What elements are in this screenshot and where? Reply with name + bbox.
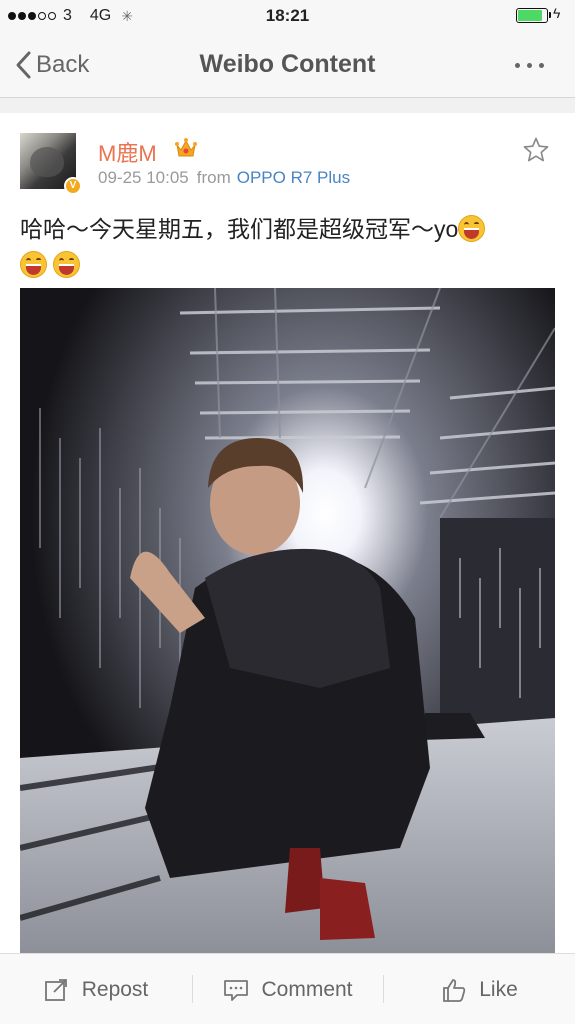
battery-icon bbox=[516, 8, 548, 23]
post-body: 哈哈～今天星期五，我们都是超级冠军～yo bbox=[20, 216, 459, 242]
laughing-emoji-icon bbox=[458, 215, 486, 242]
crown-badge-icon bbox=[175, 138, 197, 157]
chevron-left-icon bbox=[16, 51, 31, 79]
navigation-bar: Back Weibo Content bbox=[0, 30, 575, 98]
comment-label: Comment bbox=[261, 977, 353, 1001]
laughing-emoji-icon bbox=[53, 251, 80, 278]
back-button[interactable]: Back bbox=[14, 50, 89, 80]
laughing-emoji-icon bbox=[20, 251, 47, 278]
post-timestamp: 09-25 10:05 bbox=[98, 168, 189, 187]
battery-tip bbox=[549, 12, 551, 18]
repost-icon bbox=[44, 978, 67, 1001]
charging-bolt-icon: ϟ bbox=[553, 5, 561, 21]
from-label: from bbox=[196, 168, 231, 187]
post-text: 哈哈～今天星期五，我们都是超级冠军～yo bbox=[20, 211, 560, 283]
like-button[interactable]: Like bbox=[384, 954, 575, 1024]
back-label: Back bbox=[36, 51, 90, 78]
post-action-bar: Repost Comment Like bbox=[0, 953, 575, 1024]
comment-icon bbox=[224, 979, 249, 1001]
verified-badge-icon: V bbox=[64, 177, 82, 195]
username[interactable]: M鹿M bbox=[98, 136, 157, 168]
repost-label: Repost bbox=[81, 977, 149, 1001]
post-source-link[interactable]: OPPO R7 Plus bbox=[237, 168, 350, 187]
clock: 18:21 bbox=[265, 6, 310, 25]
post-meta: 09-25 10:05 from OPPO R7 Plus bbox=[98, 168, 350, 188]
like-label: Like bbox=[479, 977, 518, 1001]
comment-button[interactable]: Comment bbox=[193, 954, 383, 1024]
status-bar: 3 4G ✳ 18:21 ϟ bbox=[0, 0, 575, 30]
post-photo[interactable] bbox=[20, 288, 555, 953]
more-options-icon[interactable] bbox=[515, 63, 551, 68]
favorite-star-icon[interactable] bbox=[522, 136, 550, 164]
post-card: V M鹿M 09-25 10:05 from OPPO R7 Plus 哈哈～今天星… bbox=[0, 113, 575, 953]
repost-button[interactable]: Repost bbox=[0, 954, 192, 1024]
thumbs-up-icon bbox=[443, 978, 466, 1002]
